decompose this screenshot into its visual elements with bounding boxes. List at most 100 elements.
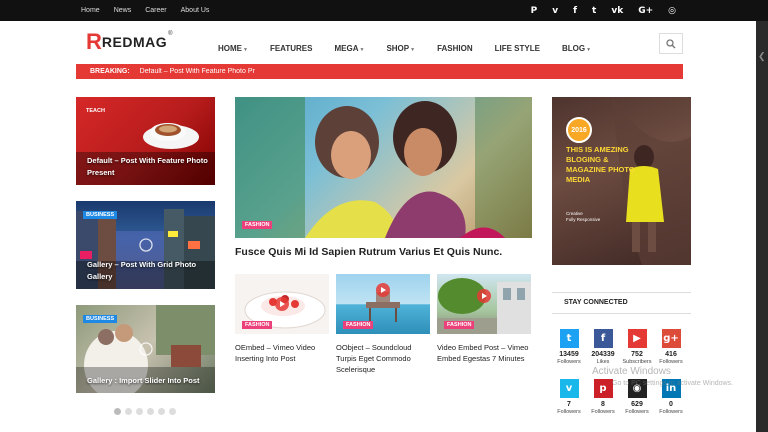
vimeo-icon[interactable]: v <box>552 6 558 16</box>
nav-item-blog[interactable]: BLOG▼ <box>562 44 591 53</box>
logo-registered-mark: ® <box>168 31 173 37</box>
post-card-city[interactable]: BUSINESS Gallery – Post With Grid Photo … <box>76 201 215 289</box>
ad-tagline: Creative Fully Responsive <box>566 211 600 223</box>
slider-dot[interactable] <box>147 408 154 415</box>
slider-dot[interactable] <box>169 408 176 415</box>
nav-item-features[interactable]: FEATURES <box>270 44 313 53</box>
year-badge: 2016 <box>566 117 592 143</box>
facebook-icon: f <box>593 329 613 348</box>
nav-label: SHOP <box>386 43 410 53</box>
follower-count: 416 <box>665 351 677 358</box>
category-badge[interactable]: FASHION <box>242 221 273 229</box>
breaking-label: BREAKING: <box>90 68 130 75</box>
chevron-down-icon: ▼ <box>586 46 592 53</box>
post-thumb-strawberry[interactable]: FASHION <box>235 274 329 334</box>
top-nav: Home News Career About Us <box>81 0 209 21</box>
main-nav: HOME▼ FEATURES MEGA▼ SHOP▼ FASHION LIFE … <box>218 38 613 58</box>
slider-dot[interactable] <box>114 408 121 415</box>
vk-icon[interactable]: vk <box>611 6 623 16</box>
slider-pagination <box>114 408 176 415</box>
category-badge[interactable]: FASHION <box>343 321 374 329</box>
pinterest-icon[interactable]: P <box>531 6 538 16</box>
slider-dot[interactable] <box>125 408 132 415</box>
follower-count: 204339 <box>591 351 615 358</box>
follower-label: Followers <box>659 359 683 365</box>
social-counter-google-plus[interactable]: g+ 416 Followers <box>654 329 688 365</box>
post-thumb-pier[interactable]: FASHION <box>336 274 430 334</box>
top-link-news[interactable]: News <box>114 7 132 14</box>
nav-item-mega[interactable]: MEGA▼ <box>334 44 364 53</box>
follower-label: Followers <box>557 409 581 415</box>
nav-label: BLOG <box>561 43 586 53</box>
ad-tagline-line: Fully Responsive <box>566 217 601 222</box>
follower-count: 7 <box>567 401 571 408</box>
pinterest-icon: p <box>593 379 613 398</box>
featured-post-title[interactable]: Fusce Quis Mi Id Sapien Rutrum Varius Et… <box>235 246 502 258</box>
category-badge[interactable]: FASHION <box>444 321 475 329</box>
top-social-icons: P v f t vk G+ ◎ <box>531 0 676 21</box>
sidebar-ad-banner[interactable]: 2016 THIS IS AMEZING BLOGING & MAGAZINE … <box>552 97 691 265</box>
social-counter-facebook[interactable]: f 204339 Likes <box>586 329 620 365</box>
follower-label: Followers <box>591 409 615 415</box>
nav-item-fashion[interactable]: FASHION <box>437 44 473 53</box>
youtube-icon: ▶ <box>627 329 647 348</box>
featured-post-image[interactable]: FASHION <box>235 97 532 238</box>
side-panel-strip: ❮ <box>756 21 768 432</box>
nav-item-home[interactable]: HOME▼ <box>218 44 248 53</box>
nav-item-shop[interactable]: SHOP▼ <box>386 44 415 53</box>
search-button[interactable] <box>659 33 683 54</box>
social-counter-vimeo[interactable]: v 7 Followers <box>552 379 586 415</box>
stay-connected-header: STAY CONNECTED <box>552 292 691 314</box>
nav-label: MEGA <box>334 43 359 53</box>
logo-text: REDMAG <box>101 34 168 50</box>
top-link-home[interactable]: Home <box>81 7 100 14</box>
category-badge[interactable]: TEACH <box>83 107 108 115</box>
breaking-headline[interactable]: Default – Post With Feature Photo Pr <box>140 68 270 75</box>
follower-label: Followers <box>557 359 581 365</box>
top-link-about-us[interactable]: About Us <box>181 7 210 14</box>
ad-headline: THIS IS AMEZING BLOGING & MAGAZINE PHOTO… <box>566 145 635 184</box>
post-title[interactable]: Default – Post With Feature Photo Presen… <box>87 155 209 179</box>
post-title[interactable]: Video Embed Post – Vimeo Embed Egestas 7… <box>437 342 531 364</box>
social-counter-youtube[interactable]: ▶ 752 Subscribers <box>620 329 654 365</box>
twitter-icon[interactable]: t <box>592 6 596 16</box>
top-link-career[interactable]: Career <box>145 7 166 14</box>
post-title[interactable]: Gallery – Post With Grid Photo Gallery <box>87 259 209 283</box>
category-badge[interactable]: BUSINESS <box>83 211 118 219</box>
slider-dot[interactable] <box>158 408 165 415</box>
post-title[interactable]: OObject – Soundcloud Turpis Eget Commodo… <box>336 342 432 375</box>
collapse-arrow-icon[interactable]: ❮ <box>758 51 766 62</box>
follower-count: 8 <box>601 401 605 408</box>
social-counter-twitter[interactable]: t 13459 Followers <box>552 329 586 365</box>
site-logo[interactable]: R REDMAG ® <box>86 31 173 53</box>
featured-photo <box>235 97 532 238</box>
follower-count: 0 <box>669 401 673 408</box>
post-title[interactable]: Gallery : Import Slider Into Post <box>87 375 209 387</box>
nav-label: FEATURES <box>269 43 313 53</box>
follower-label: Followers <box>625 409 649 415</box>
chevron-down-icon: ▼ <box>359 46 365 53</box>
category-badge[interactable]: FASHION <box>242 321 273 329</box>
activate-windows-subtitle: Go to PC settings to activate Windows. <box>612 380 733 387</box>
post-card-coffee[interactable]: TEACH Default – Post With Feature Photo … <box>76 97 215 185</box>
chevron-down-icon: ▼ <box>410 46 416 53</box>
vimeo-icon: v <box>559 379 579 398</box>
follower-label: Followers <box>659 409 683 415</box>
slider-dot[interactable] <box>136 408 143 415</box>
nav-item-life-style[interactable]: LIFE STYLE <box>495 44 540 53</box>
chevron-down-icon: ▼ <box>243 46 248 53</box>
follower-label: Likes <box>596 359 610 365</box>
facebook-icon[interactable]: f <box>573 6 577 16</box>
breaking-news-bar: BREAKING: Default – Post With Feature Ph… <box>76 64 683 79</box>
post-card-wedding[interactable]: BUSINESS Gallery : Import Slider Into Po… <box>76 305 215 393</box>
post-thumb-street[interactable]: FASHION <box>437 274 531 334</box>
nav-label: HOME <box>218 43 242 53</box>
post-title[interactable]: OEmbed – Vimeo Video Inserting Into Post <box>235 342 327 364</box>
follower-count: 13459 <box>559 351 579 358</box>
instagram-icon[interactable]: ◎ <box>668 6 676 16</box>
activate-windows-title: Activate Windows <box>592 366 671 377</box>
category-badge[interactable]: BUSINESS <box>83 315 118 323</box>
follower-count: 629 <box>631 401 643 408</box>
google-plus-icon[interactable]: G+ <box>638 6 653 16</box>
follower-count: 752 <box>631 351 643 358</box>
